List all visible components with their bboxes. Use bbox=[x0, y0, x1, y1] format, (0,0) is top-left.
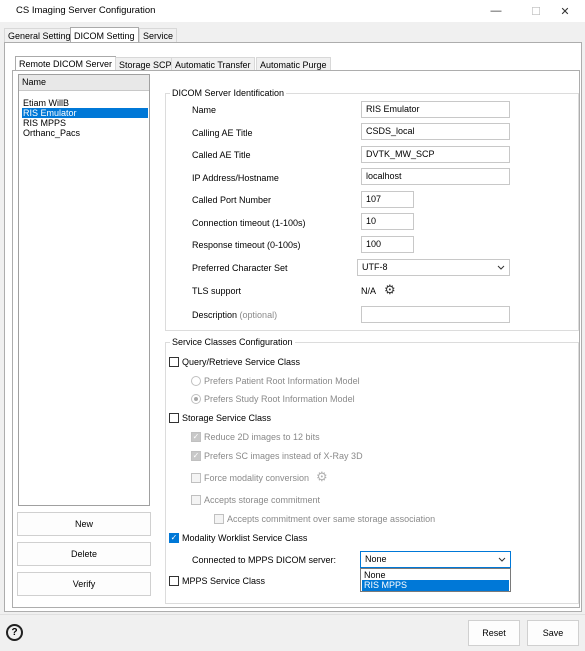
tab-remote-dicom-server[interactable]: Remote DICOM Server bbox=[15, 56, 117, 71]
delete-button[interactable]: Delete bbox=[17, 542, 151, 566]
description-field[interactable] bbox=[361, 306, 510, 323]
port-label: Called Port Number bbox=[192, 195, 272, 205]
force-modality-checkbox[interactable] bbox=[191, 473, 201, 483]
mpps-dropdown-list: None RIS MPPS bbox=[360, 568, 511, 592]
server-list[interactable]: Name Etiam WillB RIS Emulator RIS MPPS O… bbox=[18, 74, 150, 506]
ip-address-label: IP Address/Hostname bbox=[192, 173, 279, 183]
patient-root-radio[interactable] bbox=[191, 376, 201, 386]
reduce-2d-checkbox[interactable]: ✓ bbox=[191, 432, 201, 442]
name-field[interactable]: RIS Emulator bbox=[361, 101, 510, 118]
identification-title: DICOM Server Identification bbox=[170, 88, 287, 98]
called-ae-field[interactable]: DVTK_MW_SCP bbox=[361, 146, 510, 163]
accepts-same-association-checkbox[interactable] bbox=[214, 514, 224, 524]
dropdown-option[interactable]: None bbox=[362, 570, 509, 580]
calling-ae-label: Calling AE Title bbox=[192, 128, 253, 138]
save-button[interactable]: Save bbox=[527, 620, 579, 646]
chevron-down-icon bbox=[498, 557, 506, 562]
query-retrieve-checkbox[interactable] bbox=[169, 357, 179, 367]
tab-storage-scp[interactable]: Storage SCP bbox=[115, 57, 176, 71]
list-header: Name bbox=[19, 75, 149, 91]
gear-icon[interactable]: ⚙ bbox=[316, 469, 328, 485]
mpps-service-label: MPPS Service Class bbox=[182, 576, 266, 586]
title-bar: CS Imaging Server Configuration — ☐ ✕ bbox=[0, 0, 585, 22]
force-modality-label: Force modality conversion bbox=[204, 473, 310, 483]
dropdown-option-highlighted[interactable]: RIS MPPS bbox=[362, 580, 509, 591]
accepts-commitment-checkbox[interactable] bbox=[191, 495, 201, 505]
ip-address-field[interactable]: localhost bbox=[361, 168, 510, 185]
study-root-label: Prefers Study Root Information Model bbox=[204, 394, 355, 404]
connection-timeout-label: Connection timeout (1-100s) bbox=[192, 218, 306, 228]
mpps-connect-label: Connected to MPPS DICOM server: bbox=[192, 555, 337, 565]
close-button[interactable]: ✕ bbox=[545, 0, 585, 22]
charset-label: Preferred Character Set bbox=[192, 263, 288, 273]
mpps-service-checkbox[interactable] bbox=[169, 576, 179, 586]
window-title: CS Imaging Server Configuration bbox=[16, 5, 156, 16]
called-ae-label: Called AE Title bbox=[192, 150, 251, 160]
charset-value: UTF-8 bbox=[362, 262, 388, 272]
tls-label: TLS support bbox=[192, 286, 242, 296]
description-label-text: Description bbox=[192, 310, 238, 320]
storage-service-label: Storage Service Class bbox=[182, 413, 272, 423]
modality-worklist-checkbox[interactable]: ✓ bbox=[169, 533, 179, 543]
patient-root-label: Prefers Patient Root Information Model bbox=[204, 376, 360, 386]
tab-general-setting[interactable]: General Setting bbox=[4, 28, 75, 43]
calling-ae-field[interactable]: CSDS_local bbox=[361, 123, 510, 140]
prefers-sc-label: Prefers SC images instead of X-Ray 3D bbox=[204, 451, 363, 461]
study-root-radio[interactable] bbox=[191, 394, 201, 404]
verify-button[interactable]: Verify bbox=[17, 572, 151, 596]
tab-dicom-setting[interactable]: DICOM Setting bbox=[70, 27, 139, 43]
help-icon[interactable]: ? bbox=[6, 624, 23, 641]
reduce-2d-label: Reduce 2D images to 12 bits bbox=[204, 432, 320, 442]
modality-worklist-label: Modality Worklist Service Class bbox=[182, 533, 308, 543]
description-label: Description (optional) bbox=[192, 310, 277, 320]
connection-timeout-field[interactable]: 10 bbox=[361, 213, 414, 230]
accepts-commitment-label: Accepts storage commitment bbox=[204, 495, 321, 505]
mpps-server-select[interactable]: None bbox=[360, 551, 511, 568]
description-optional: (optional) bbox=[239, 310, 278, 320]
service-classes-title: Service Classes Configuration bbox=[170, 337, 295, 347]
tab-automatic-transfer[interactable]: Automatic Transfer bbox=[171, 57, 255, 71]
chevron-down-icon bbox=[497, 265, 505, 270]
query-retrieve-label: Query/Retrieve Service Class bbox=[182, 357, 301, 367]
new-button[interactable]: New bbox=[17, 512, 151, 536]
gear-icon[interactable]: ⚙ bbox=[384, 282, 396, 298]
mpps-server-value: None bbox=[365, 554, 387, 564]
tab-service[interactable]: Service bbox=[139, 28, 178, 43]
list-item[interactable]: Etiam WillB bbox=[22, 98, 148, 108]
minimize-button[interactable]: — bbox=[476, 0, 516, 22]
response-timeout-label: Response timeout (0-100s) bbox=[192, 240, 301, 250]
prefers-sc-checkbox[interactable]: ✓ bbox=[191, 451, 201, 461]
tab-automatic-purge[interactable]: Automatic Purge bbox=[256, 57, 331, 71]
accepts-same-association-label: Accepts commitment over same storage ass… bbox=[227, 514, 436, 524]
response-timeout-field[interactable]: 100 bbox=[361, 236, 414, 253]
charset-select[interactable]: UTF-8 bbox=[357, 259, 510, 276]
list-item-selected[interactable]: RIS Emulator bbox=[22, 108, 148, 118]
reset-button[interactable]: Reset bbox=[468, 620, 520, 646]
port-field[interactable]: 107 bbox=[361, 191, 414, 208]
tls-value: N/A bbox=[361, 286, 377, 296]
list-item[interactable]: Orthanc_Pacs bbox=[22, 128, 148, 138]
list-item[interactable]: RIS MPPS bbox=[22, 118, 148, 128]
name-label: Name bbox=[192, 105, 217, 115]
storage-service-checkbox[interactable] bbox=[169, 413, 179, 423]
